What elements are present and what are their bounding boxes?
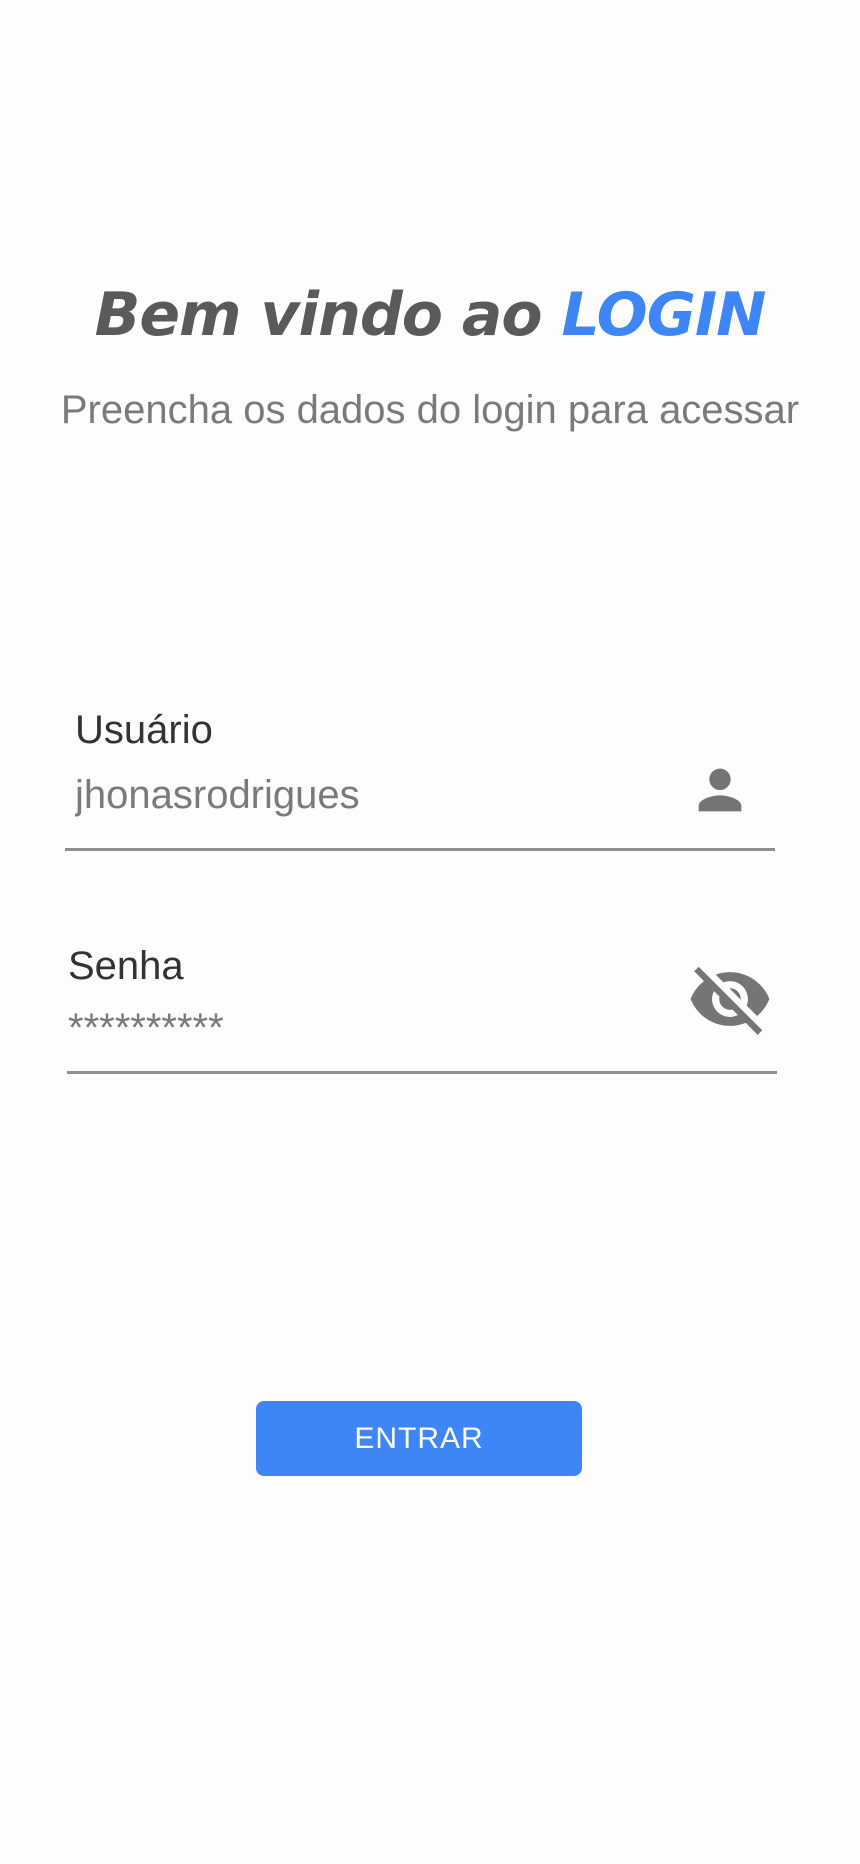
username-input[interactable] xyxy=(75,767,655,823)
title-accent: LOGIN xyxy=(561,280,767,350)
password-label: Senha xyxy=(68,944,184,988)
password-input[interactable] xyxy=(68,1000,668,1056)
password-field: Senha xyxy=(0,936,860,1096)
username-label: Usuário xyxy=(75,708,213,752)
username-field: Usuário xyxy=(0,700,860,860)
title-prefix: Bem vindo ao xyxy=(94,280,562,350)
person-icon xyxy=(684,754,756,826)
password-underline xyxy=(67,1071,777,1074)
page-subtitle: Preencha os dados do login para acessar xyxy=(60,388,800,432)
page-title: Bem vindo ao LOGIN xyxy=(0,280,860,350)
username-underline xyxy=(65,848,775,851)
enter-button[interactable]: ENTRAR xyxy=(256,1401,582,1476)
login-screen: Bem vindo ao LOGIN Preencha os dados do … xyxy=(0,0,860,1864)
eye-off-icon[interactable] xyxy=(684,956,776,1042)
